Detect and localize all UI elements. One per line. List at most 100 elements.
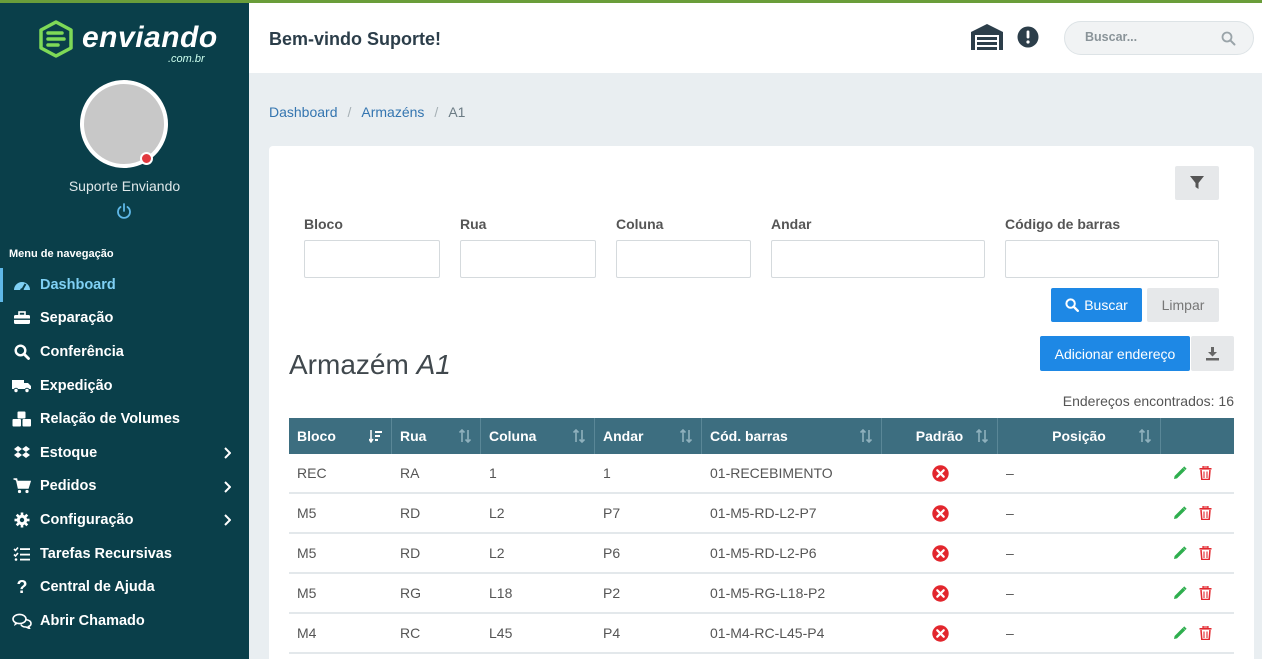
boxes-icon — [12, 410, 32, 428]
nav-item-tarefas[interactable]: Tarefas Recursivas — [0, 537, 249, 571]
nav-item-configuracao[interactable]: Configuração — [0, 503, 249, 537]
nav-item-ajuda[interactable]: ? Central de Ajuda — [0, 570, 249, 604]
nav-item-conferencia[interactable]: Conferência — [0, 335, 249, 369]
warehouse-icon[interactable] — [970, 23, 1004, 51]
col-coluna[interactable]: Coluna — [481, 418, 595, 454]
cell-bloco: M5 — [297, 585, 317, 601]
trash-icon[interactable] — [1199, 506, 1212, 520]
cell-rua: RD — [400, 505, 421, 521]
bloco-label: Bloco — [304, 216, 343, 232]
rua-input[interactable] — [460, 240, 596, 278]
filter-button[interactable] — [1175, 166, 1219, 200]
cell-posicao: – — [1006, 505, 1014, 521]
cell-bloco: REC — [297, 465, 327, 481]
edit-pencil-icon[interactable] — [1173, 466, 1187, 480]
nav-item-expedicao[interactable]: Expedição — [0, 369, 249, 403]
breadcrumb-armazens[interactable]: Armazéns — [361, 104, 424, 120]
nav-item-pedidos[interactable]: Pedidos — [0, 470, 249, 504]
cell-bloco: M5 — [297, 545, 317, 561]
col-andar[interactable]: Andar — [595, 418, 702, 454]
brand-logo[interactable]: enviando .com.br — [36, 17, 226, 65]
trash-icon[interactable] — [1199, 586, 1212, 600]
col-bloco[interactable]: Bloco — [289, 418, 392, 454]
sort-icon — [1138, 429, 1152, 443]
column-header-label: Andar — [603, 428, 644, 444]
col-actions — [1161, 418, 1234, 454]
coluna-label: Coluna — [616, 216, 664, 232]
alert-icon[interactable] — [1017, 26, 1039, 48]
col-posicao[interactable]: Posição — [998, 418, 1161, 454]
table-row: M4 RC L45 P4 01-M4-RC-L45-P4 – — [289, 614, 1234, 654]
nav-item-chamado[interactable]: Abrir Chamado — [0, 604, 249, 638]
barcode-input[interactable] — [1005, 240, 1219, 278]
cell-codigo: 01-M5-RD-L2-P7 — [710, 505, 817, 521]
dashboard-gauge-icon — [12, 276, 32, 294]
cell-actions — [1161, 614, 1234, 652]
trash-icon[interactable] — [1199, 466, 1212, 480]
cell-codigo: 01-RECEBIMENTO — [710, 465, 833, 481]
nav-item-separacao[interactable]: Separação — [0, 302, 249, 336]
edit-pencil-icon[interactable] — [1173, 506, 1187, 520]
search-input[interactable] — [1085, 30, 1215, 44]
cell-rua: RG — [400, 585, 421, 601]
page-title: Armazém A1 — [289, 349, 451, 381]
breadcrumb-current: A1 — [448, 104, 466, 120]
clear-button[interactable]: Limpar — [1147, 288, 1219, 322]
sort-icon — [458, 429, 472, 443]
nav-item-label: Separação — [40, 310, 114, 327]
cell-codigo: 01-M4-RC-L45-P4 — [710, 625, 825, 641]
dropbox-icon — [12, 444, 32, 462]
breadcrumb-dashboard[interactable]: Dashboard — [269, 104, 338, 120]
addresses-table: Bloco Rua Coluna Andar Cód. barras Padrã… — [289, 418, 1234, 654]
sort-icon — [679, 429, 693, 443]
search-icon[interactable] — [1221, 31, 1236, 46]
gear-icon — [12, 511, 32, 529]
trash-icon[interactable] — [1199, 546, 1212, 560]
nav-item-dashboard[interactable]: Dashboard — [0, 268, 249, 302]
column-header-label: Posição — [1052, 428, 1106, 444]
search-button-label: Buscar — [1084, 297, 1128, 313]
download-button[interactable] — [1191, 336, 1234, 371]
cell-padrao — [882, 574, 998, 612]
col-codigo[interactable]: Cód. barras — [702, 418, 882, 454]
cell-actions — [1161, 494, 1234, 532]
cell-posicao: – — [1006, 585, 1014, 601]
cell-andar: P4 — [603, 625, 621, 641]
nav-item-estoque[interactable]: Estoque — [0, 436, 249, 470]
download-icon — [1206, 347, 1219, 361]
nav-item-volumes[interactable]: Relação de Volumes — [0, 402, 249, 436]
chevron-right-icon — [224, 447, 231, 459]
cell-andar: 1 — [603, 465, 611, 481]
col-padrao[interactable]: Padrão — [882, 418, 998, 454]
search-box[interactable] — [1064, 21, 1254, 55]
table-row: M5 RG L18 P2 01-M5-RG-L18-P2 – — [289, 574, 1234, 614]
nav-item-label: Configuração — [40, 511, 134, 528]
x-circle-icon — [931, 464, 949, 482]
edit-pencil-icon[interactable] — [1173, 626, 1187, 640]
column-header-label: Coluna — [489, 428, 537, 444]
welcome-message: Bem-vindo Suporte! — [269, 29, 442, 49]
col-rua[interactable]: Rua — [392, 418, 481, 454]
column-header-label: Cód. barras — [710, 428, 788, 444]
edit-pencil-icon[interactable] — [1173, 546, 1187, 560]
filter-icon — [1190, 176, 1204, 189]
andar-input[interactable] — [771, 240, 985, 278]
table-header: Bloco Rua Coluna Andar Cód. barras Padrã… — [289, 418, 1234, 454]
edit-pencil-icon[interactable] — [1173, 586, 1187, 600]
search-button[interactable]: Buscar — [1051, 288, 1142, 322]
avatar[interactable] — [80, 80, 168, 168]
chevron-right-icon — [224, 514, 231, 526]
bloco-input[interactable] — [304, 240, 440, 278]
truck-icon — [12, 377, 32, 395]
table-row: M5 RD L2 P7 01-M5-RD-L2-P7 – — [289, 494, 1234, 534]
trash-icon[interactable] — [1199, 626, 1212, 640]
power-icon[interactable] — [115, 202, 133, 220]
coluna-input[interactable] — [616, 240, 751, 278]
cart-icon — [12, 477, 32, 495]
add-address-button[interactable]: Adicionar endereço — [1040, 336, 1190, 371]
cell-padrao — [882, 454, 998, 492]
cell-rua: RC — [400, 625, 421, 641]
cell-coluna: 1 — [489, 465, 497, 481]
cell-bloco: M5 — [297, 505, 317, 521]
top-header: Bem-vindo Suporte! — [249, 3, 1262, 73]
